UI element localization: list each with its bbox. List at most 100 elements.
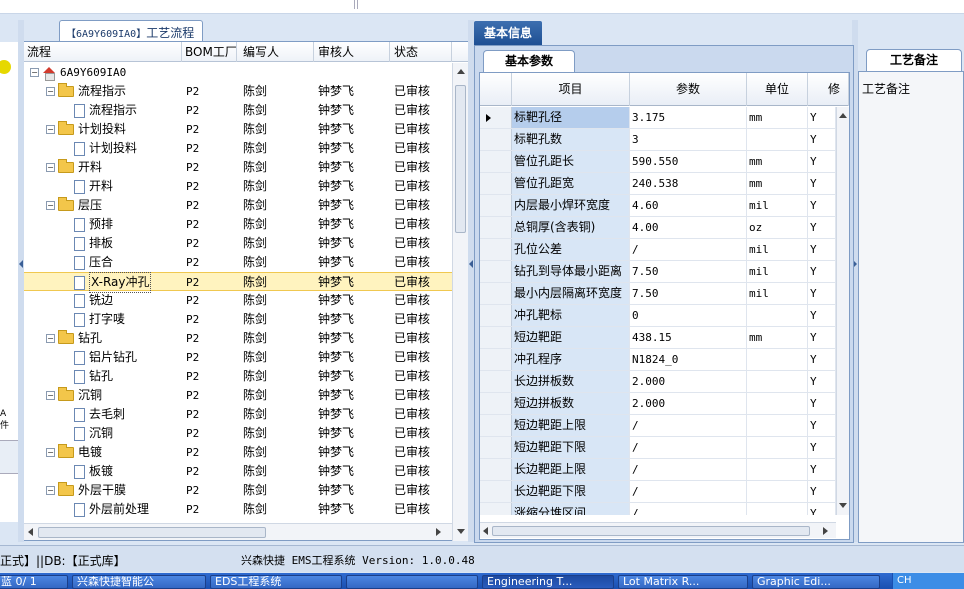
tree-node[interactable]: 铣边 <box>62 291 182 310</box>
tab-process-flow[interactable]: 【6A9Y609IA0】工艺流程 <box>59 20 204 41</box>
tree-node[interactable]: 排板 <box>62 234 182 253</box>
row-indicator[interactable] <box>480 261 512 282</box>
param-modify-flag[interactable]: Y <box>808 415 836 436</box>
tree-row[interactable]: 钻孔 P2 陈剑 钟梦飞 已审核 <box>24 367 452 386</box>
tab-process-notes[interactable]: 工艺备注 <box>866 49 962 71</box>
param-modify-flag[interactable]: Y <box>808 195 836 216</box>
tree-node[interactable]: 打字唛 <box>62 310 182 329</box>
param-modify-flag[interactable]: Y <box>808 393 836 414</box>
param-modify-flag[interactable]: Y <box>808 261 836 282</box>
collapse-toggle-icon[interactable]: − <box>46 334 55 343</box>
col-header-status[interactable]: 状态 <box>390 42 452 62</box>
param-unit[interactable]: mil <box>747 239 808 260</box>
param-row[interactable]: 标靶孔径 3.175 mm Y <box>480 107 836 129</box>
process-notes-body[interactable]: 工艺备注 <box>858 71 964 543</box>
scroll-down-icon[interactable] <box>839 503 847 508</box>
row-indicator[interactable] <box>480 459 512 480</box>
param-modify-flag[interactable]: Y <box>808 217 836 238</box>
tree-row[interactable]: − 6A9Y609IA0 <box>24 63 452 82</box>
tree-row[interactable]: 铝片钻孔 P2 陈剑 钟梦飞 已审核 <box>24 348 452 367</box>
param-row[interactable]: 管位孔距宽 240.538 mm Y <box>480 173 836 195</box>
param-unit[interactable]: mm <box>747 107 808 128</box>
splitter-grip-icon[interactable] <box>469 260 473 268</box>
param-row[interactable]: 长边拼板数 2.000 Y <box>480 371 836 393</box>
col-header-item[interactable]: 项目 <box>512 73 630 106</box>
tree-row[interactable]: 压合 P2 陈剑 钟梦飞 已审核 <box>24 253 452 272</box>
tree-row[interactable]: − 钻孔 P2 陈剑 钟梦飞 已审核 <box>24 329 452 348</box>
collapse-toggle-icon[interactable]: − <box>46 87 55 96</box>
param-unit[interactable]: mm <box>747 327 808 348</box>
col-header-param[interactable]: 参数 <box>630 73 747 106</box>
param-value[interactable]: 7.50 <box>630 283 747 304</box>
tree-node[interactable]: 铝片钻孔 <box>62 348 182 367</box>
row-indicator[interactable] <box>480 481 512 502</box>
scroll-right-icon[interactable] <box>823 527 828 535</box>
collapse-toggle-icon[interactable]: − <box>46 125 55 134</box>
scroll-up-icon[interactable] <box>457 69 465 74</box>
col-header-reviewer[interactable]: 审核人 <box>314 42 390 62</box>
scroll-left-icon[interactable] <box>28 528 33 536</box>
param-value[interactable]: 590.550 <box>630 151 747 172</box>
param-unit[interactable]: mm <box>747 173 808 194</box>
collapse-toggle-icon[interactable]: − <box>46 163 55 172</box>
param-row[interactable]: 冲孔程序 N1824_0 Y <box>480 349 836 371</box>
param-value[interactable]: 4.00 <box>630 217 747 238</box>
param-value[interactable]: 438.15 <box>630 327 747 348</box>
tree-row[interactable]: − 沉铜 P2 陈剑 钟梦飞 已审核 <box>24 386 452 405</box>
taskbar-item[interactable] <box>346 575 478 589</box>
tree-node[interactable]: − 计划投料 <box>46 120 182 139</box>
row-indicator[interactable] <box>480 283 512 304</box>
tree-node[interactable]: 去毛刺 <box>62 405 182 424</box>
tree-row[interactable]: − 计划投料 P2 陈剑 钟梦飞 已审核 <box>24 120 452 139</box>
tab-basic-params[interactable]: 基本参数 <box>483 50 575 72</box>
tree-node[interactable]: X-Ray冲孔 <box>62 272 182 293</box>
tree-node[interactable]: − 钻孔 <box>46 329 182 348</box>
param-unit[interactable]: mm <box>747 151 808 172</box>
tree-node[interactable]: 板镀 <box>62 462 182 481</box>
tree-node[interactable]: − 6A9Y609IA0 <box>30 63 182 82</box>
tree-node[interactable]: − 外层干膜 <box>46 481 182 500</box>
left-collapsed-panel[interactable]: A 件 <box>0 42 20 522</box>
tree-node[interactable]: 流程指示 <box>62 101 182 120</box>
taskbar-item[interactable]: 兴森快捷智能公 <box>72 575 206 589</box>
param-value[interactable]: 2.000 <box>630 393 747 414</box>
param-unit[interactable] <box>747 415 808 436</box>
col-header-modify[interactable]: 修 <box>808 73 849 106</box>
param-row[interactable]: 总铜厚(含表铜) 4.00 oz Y <box>480 217 836 239</box>
param-modify-flag[interactable]: Y <box>808 459 836 480</box>
params-hscroll-thumb[interactable] <box>492 526 810 536</box>
param-unit[interactable]: mil <box>747 195 808 216</box>
row-indicator[interactable] <box>480 129 512 150</box>
col-header-flow[interactable]: 流程 <box>24 42 182 62</box>
col-header-bom[interactable]: BOM工厂 <box>182 42 237 62</box>
scroll-left-icon[interactable] <box>483 527 488 535</box>
collapse-toggle-icon[interactable]: − <box>46 391 55 400</box>
tree-row[interactable]: 打字唛 P2 陈剑 钟梦飞 已审核 <box>24 310 452 329</box>
tree-row[interactable]: 去毛刺 P2 陈剑 钟梦飞 已审核 <box>24 405 452 424</box>
row-indicator[interactable] <box>480 327 512 348</box>
param-row[interactable]: 冲孔靶标 0 Y <box>480 305 836 327</box>
param-modify-flag[interactable]: Y <box>808 349 836 370</box>
param-modify-flag[interactable]: Y <box>808 151 836 172</box>
tree-row[interactable]: − 电镀 P2 陈剑 钟梦飞 已审核 <box>24 443 452 462</box>
row-indicator[interactable] <box>480 217 512 238</box>
system-tray[interactable]: CH <box>892 573 964 589</box>
tree-node[interactable]: − 电镀 <box>46 443 182 462</box>
tree-node[interactable]: − 开料 <box>46 158 182 177</box>
splitter-grip-icon[interactable] <box>19 260 23 268</box>
collapse-toggle-icon[interactable]: − <box>46 486 55 495</box>
param-unit[interactable] <box>747 503 808 515</box>
param-value[interactable]: 2.000 <box>630 371 747 392</box>
param-value[interactable]: 4.60 <box>630 195 747 216</box>
language-indicator[interactable]: CH <box>897 575 912 586</box>
param-unit[interactable] <box>747 349 808 370</box>
tree-hscroll-thumb[interactable] <box>38 527 266 538</box>
col-header-unit[interactable]: 单位 <box>747 73 808 106</box>
param-row[interactable]: 长边靶距下限 / Y <box>480 481 836 503</box>
param-row[interactable]: 短边靶距上限 / Y <box>480 415 836 437</box>
param-unit[interactable] <box>747 459 808 480</box>
tree-node[interactable]: 开料 <box>62 177 182 196</box>
tree-node[interactable]: − 沉铜 <box>46 386 182 405</box>
tree-node[interactable]: 压合 <box>62 253 182 272</box>
col-header-writer[interactable]: 编写人 <box>237 42 314 62</box>
